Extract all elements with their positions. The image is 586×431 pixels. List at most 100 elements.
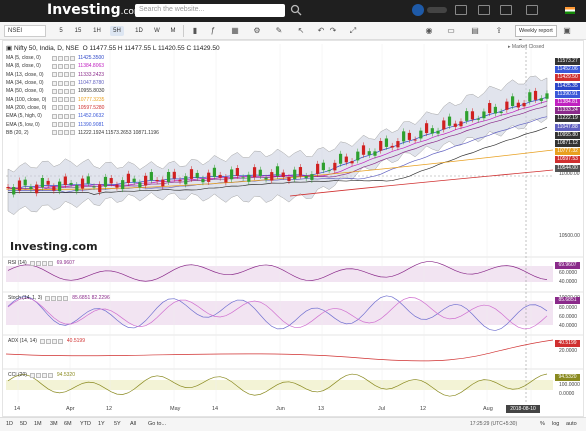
legend-control-icon[interactable] bbox=[58, 97, 63, 103]
legend-control-icon[interactable] bbox=[52, 97, 57, 103]
legend-controls[interactable] bbox=[52, 63, 75, 69]
candle-body bbox=[419, 130, 423, 139]
legend-control-icon[interactable] bbox=[45, 295, 51, 301]
legend-toggle-icon[interactable]: ▣ bbox=[6, 45, 14, 52]
indicator-row[interactable]: BB (20, 2) 11222.1924 11573.2653 10871.11… bbox=[6, 129, 220, 137]
legend-control-icon[interactable] bbox=[52, 80, 57, 86]
pane-legend[interactable]: CCI (20) 94.5320 bbox=[8, 372, 75, 378]
legend-controls[interactable] bbox=[52, 130, 75, 136]
legend-controls[interactable] bbox=[52, 105, 75, 111]
legend-control-icon[interactable] bbox=[57, 338, 63, 344]
legend-control-icon[interactable] bbox=[52, 55, 57, 61]
legend-control-icon[interactable] bbox=[41, 372, 47, 378]
legend-control-icon[interactable] bbox=[58, 72, 63, 78]
range-button[interactable]: 1D bbox=[6, 421, 13, 427]
indicator-row[interactable]: MA (34, close, 0) 11047.8780 bbox=[6, 79, 220, 87]
scale-option[interactable]: % bbox=[540, 421, 545, 427]
legend-control-icon[interactable] bbox=[63, 295, 69, 301]
pane-legend[interactable]: ADX (14, 14) 40.5199 bbox=[8, 338, 85, 344]
legend-controls[interactable] bbox=[52, 88, 75, 94]
pane-legend[interactable]: RSI (14) 69.9607 bbox=[8, 260, 75, 266]
legend-control-icon[interactable] bbox=[58, 105, 63, 111]
range-button[interactable]: Go to... bbox=[148, 421, 166, 427]
legend-control-icon[interactable] bbox=[70, 122, 75, 128]
legend-control-icon[interactable] bbox=[64, 113, 69, 119]
legend-controls[interactable] bbox=[52, 113, 75, 119]
legend-control-icon[interactable] bbox=[70, 113, 75, 119]
scale-option[interactable]: log bbox=[552, 421, 559, 427]
legend-control-icon[interactable] bbox=[41, 260, 47, 266]
legend-control-icon[interactable] bbox=[64, 105, 69, 111]
legend-control-icon[interactable] bbox=[35, 372, 41, 378]
legend-controls[interactable] bbox=[29, 260, 53, 266]
legend-control-icon[interactable] bbox=[58, 55, 63, 61]
legend-control-icon[interactable] bbox=[64, 72, 69, 78]
legend-control-icon[interactable] bbox=[58, 113, 63, 119]
legend-control-icon[interactable] bbox=[64, 55, 69, 61]
pane-legend[interactable]: Stoch (14, 1, 3) 85.6851 82.2296 bbox=[8, 295, 110, 301]
indicator-row[interactable]: EMA (5, low, 0) 11390.9081 bbox=[6, 120, 220, 128]
indicator-row[interactable]: MA (200, close, 0) 10597.5280 bbox=[6, 104, 220, 112]
indicator-row[interactable]: MA (5, close, 0) 11425.3500 bbox=[6, 54, 220, 62]
legend-control-icon[interactable] bbox=[39, 338, 45, 344]
legend-controls[interactable] bbox=[45, 295, 69, 301]
legend-control-icon[interactable] bbox=[58, 130, 63, 136]
legend-control-icon[interactable] bbox=[52, 72, 57, 78]
scale-option[interactable]: auto bbox=[566, 421, 577, 427]
legend-control-icon[interactable] bbox=[47, 372, 53, 378]
legend-controls[interactable] bbox=[52, 122, 75, 128]
legend-control-icon[interactable] bbox=[70, 130, 75, 136]
indicator-row[interactable]: EMA (5, high, 0) 11452.0632 bbox=[6, 112, 220, 120]
legend-controls[interactable] bbox=[39, 338, 63, 344]
range-button[interactable]: 6M bbox=[64, 421, 72, 427]
legend-control-icon[interactable] bbox=[70, 88, 75, 94]
legend-control-icon[interactable] bbox=[70, 105, 75, 111]
legend-controls[interactable] bbox=[52, 55, 75, 61]
range-button[interactable]: 1Y bbox=[98, 421, 105, 427]
legend-control-icon[interactable] bbox=[35, 260, 41, 266]
legend-control-icon[interactable] bbox=[52, 105, 57, 111]
legend-control-icon[interactable] bbox=[58, 88, 63, 94]
indicator-row[interactable]: MA (13, close, 0) 11333.2423 bbox=[6, 71, 220, 79]
legend-control-icon[interactable] bbox=[29, 372, 35, 378]
legend-control-icon[interactable] bbox=[51, 338, 57, 344]
legend-controls[interactable] bbox=[29, 372, 53, 378]
legend-controls[interactable] bbox=[52, 97, 75, 103]
legend-control-icon[interactable] bbox=[52, 130, 57, 136]
legend-control-icon[interactable] bbox=[45, 338, 51, 344]
legend-control-icon[interactable] bbox=[52, 113, 57, 119]
range-button[interactable]: 1M bbox=[34, 421, 42, 427]
legend-control-icon[interactable] bbox=[64, 97, 69, 103]
legend-control-icon[interactable] bbox=[47, 260, 53, 266]
legend-control-icon[interactable] bbox=[64, 88, 69, 94]
legend-control-icon[interactable] bbox=[51, 295, 57, 301]
range-button[interactable]: 5Y bbox=[114, 421, 121, 427]
legend-control-icon[interactable] bbox=[52, 88, 57, 94]
legend-control-icon[interactable] bbox=[64, 122, 69, 128]
legend-controls[interactable] bbox=[52, 80, 75, 86]
range-button[interactable]: 5D bbox=[20, 421, 27, 427]
legend-control-icon[interactable] bbox=[58, 63, 63, 69]
legend-control-icon[interactable] bbox=[64, 130, 69, 136]
legend-controls[interactable] bbox=[52, 72, 75, 78]
range-button[interactable]: 3M bbox=[50, 421, 58, 427]
legend-control-icon[interactable] bbox=[70, 97, 75, 103]
legend-control-icon[interactable] bbox=[64, 80, 69, 86]
indicator-row[interactable]: MA (50, close, 0) 10955.8030 bbox=[6, 87, 220, 95]
legend-control-icon[interactable] bbox=[58, 122, 63, 128]
legend-control-icon[interactable] bbox=[29, 260, 35, 266]
legend-control-icon[interactable] bbox=[70, 55, 75, 61]
legend-control-icon[interactable] bbox=[64, 63, 69, 69]
candle-body bbox=[367, 151, 371, 155]
legend-control-icon[interactable] bbox=[70, 80, 75, 86]
legend-control-icon[interactable] bbox=[52, 63, 57, 69]
legend-control-icon[interactable] bbox=[70, 63, 75, 69]
legend-control-icon[interactable] bbox=[58, 80, 63, 86]
indicator-row[interactable]: MA (100, close, 0) 10777.3235 bbox=[6, 95, 220, 103]
legend-control-icon[interactable] bbox=[57, 295, 63, 301]
legend-control-icon[interactable] bbox=[52, 122, 57, 128]
indicator-row[interactable]: MA (8, close, 0) 11384.8063 bbox=[6, 62, 220, 70]
legend-control-icon[interactable] bbox=[70, 72, 75, 78]
range-button[interactable]: All bbox=[130, 421, 136, 427]
range-button[interactable]: YTD bbox=[80, 421, 91, 427]
